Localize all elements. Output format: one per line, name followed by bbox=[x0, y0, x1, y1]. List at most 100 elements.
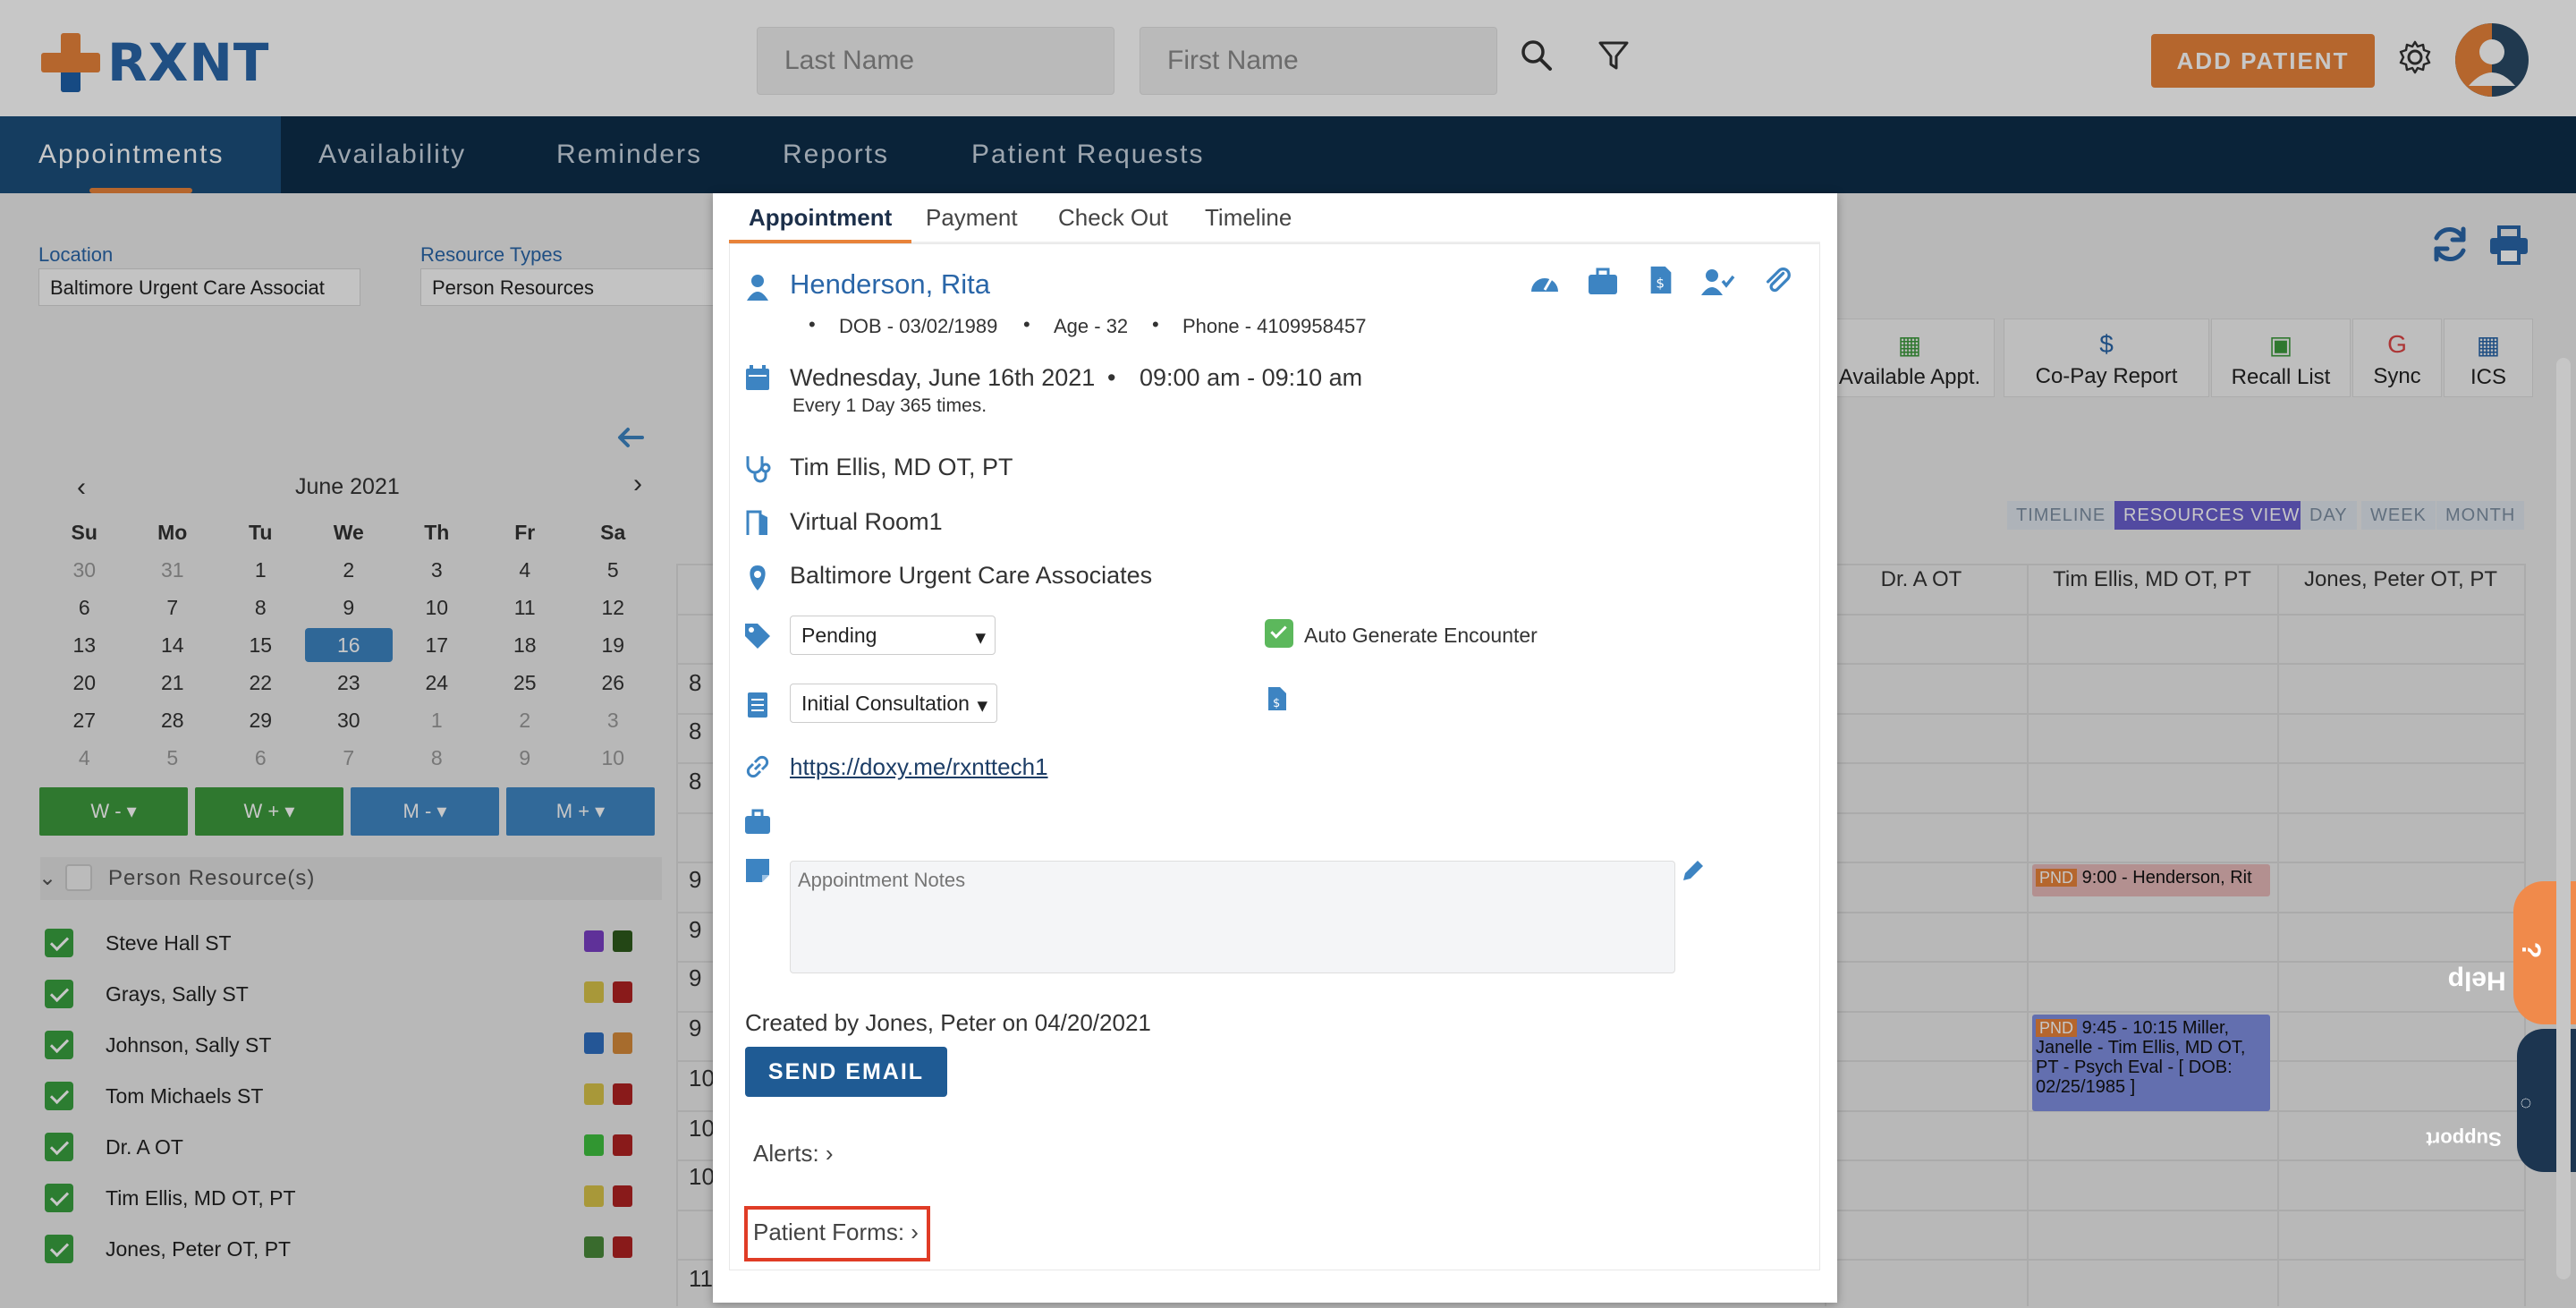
status-select[interactable]: Pending ▾ bbox=[790, 616, 996, 655]
appointment-event[interactable]: PND 9:45 - 10:15 Miller, Janelle - Tim E… bbox=[2032, 1015, 2270, 1111]
calendar-day[interactable]: 7 bbox=[129, 596, 217, 620]
calendar-day[interactable]: 30 bbox=[305, 709, 394, 733]
resource-checkbox[interactable] bbox=[45, 1184, 73, 1212]
resource-item[interactable]: Johnson, Sally ST bbox=[45, 1029, 640, 1061]
resource-color-swatch[interactable] bbox=[613, 1134, 632, 1156]
appointment-notes-input[interactable] bbox=[790, 861, 1675, 973]
calendar-day[interactable]: 4 bbox=[481, 558, 570, 582]
calendar-day[interactable]: 18 bbox=[481, 633, 570, 658]
appointment-event[interactable]: PND 9:00 - Henderson, Rit bbox=[2032, 864, 2270, 896]
view-month-button[interactable]: MONTH bbox=[2436, 501, 2525, 530]
calendar-day[interactable]: 10 bbox=[569, 746, 657, 770]
sync-button[interactable]: G Sync bbox=[2352, 319, 2442, 397]
calendar-day[interactable]: 6 bbox=[216, 746, 305, 770]
month-plus-button[interactable]: M + ▾ bbox=[506, 787, 655, 836]
print-icon[interactable] bbox=[2488, 225, 2529, 265]
billing-document-icon[interactable]: $ bbox=[1267, 684, 1288, 714]
nav-appointments[interactable]: Appointments bbox=[0, 116, 281, 193]
resource-color-swatch[interactable] bbox=[584, 1185, 604, 1207]
calendar-day[interactable]: 13 bbox=[40, 633, 129, 658]
filter-icon[interactable] bbox=[1596, 38, 1631, 73]
select-all-checkbox[interactable] bbox=[65, 864, 92, 891]
ics-button[interactable]: ▦ ICS bbox=[2444, 319, 2533, 397]
calendar-day[interactable]: 2 bbox=[481, 709, 570, 733]
briefcase-icon[interactable] bbox=[1587, 267, 1619, 297]
calendar-day[interactable]: 11 bbox=[481, 596, 570, 620]
user-avatar[interactable] bbox=[2455, 23, 2529, 97]
appointment-type-select[interactable]: Initial Consultation ▾ bbox=[790, 684, 997, 723]
tab-payment[interactable]: Payment bbox=[926, 204, 1018, 243]
available-appt-button[interactable]: ▦ Available Appt. bbox=[1825, 319, 1995, 397]
nav-patient-requests[interactable]: Patient Requests bbox=[971, 116, 1204, 193]
calendar-day[interactable]: 14 bbox=[129, 633, 217, 658]
resource-color-swatch[interactable] bbox=[584, 981, 604, 1003]
first-name-input[interactable] bbox=[1140, 27, 1497, 95]
resource-checkbox[interactable] bbox=[45, 1082, 73, 1110]
auto-generate-checkbox[interactable] bbox=[1265, 619, 1293, 648]
location-select[interactable]: Baltimore Urgent Care Associat bbox=[38, 268, 360, 306]
calendar-day[interactable]: 2 bbox=[305, 558, 394, 582]
co-pay-report-button[interactable]: $ Co-Pay Report bbox=[2004, 319, 2209, 397]
calendar-day[interactable]: 23 bbox=[305, 671, 394, 695]
calendar-day[interactable]: 7 bbox=[305, 746, 394, 770]
resource-item[interactable]: Dr. A OT bbox=[45, 1131, 640, 1163]
calendar-day[interactable]: 28 bbox=[129, 709, 217, 733]
resource-checkbox[interactable] bbox=[45, 1235, 73, 1263]
calendar-day[interactable]: 9 bbox=[305, 596, 394, 620]
nav-reports[interactable]: Reports bbox=[783, 116, 889, 193]
recall-list-button[interactable]: ▣ Recall List bbox=[2211, 319, 2351, 397]
calendar-day[interactable]: 27 bbox=[40, 709, 129, 733]
pencil-edit-icon[interactable] bbox=[1680, 855, 1707, 886]
alerts-expander[interactable]: Alerts: › bbox=[753, 1140, 834, 1168]
resource-color-swatch[interactable] bbox=[613, 1083, 632, 1105]
resource-item[interactable]: Tim Ellis, MD OT, PT bbox=[45, 1182, 640, 1214]
tab-check-out[interactable]: Check Out bbox=[1058, 204, 1168, 243]
meeting-link[interactable]: https://doxy.me/rxnttech1 bbox=[790, 753, 1048, 781]
tab-timeline[interactable]: Timeline bbox=[1205, 204, 1292, 243]
calendar-day[interactable]: 8 bbox=[393, 746, 481, 770]
user-check-icon[interactable] bbox=[1699, 267, 1735, 297]
resource-checkbox[interactable] bbox=[45, 1031, 73, 1059]
resource-color-swatch[interactable] bbox=[584, 1032, 604, 1054]
calendar-day[interactable]: 10 bbox=[393, 596, 481, 620]
resource-checkbox[interactable] bbox=[45, 980, 73, 1008]
resource-color-swatch[interactable] bbox=[584, 1134, 604, 1156]
resource-color-swatch[interactable] bbox=[613, 981, 632, 1003]
resource-color-swatch[interactable] bbox=[613, 1185, 632, 1207]
refresh-icon[interactable] bbox=[2429, 224, 2470, 265]
calendar-day[interactable]: 29 bbox=[216, 709, 305, 733]
calendar-day[interactable]: 17 bbox=[393, 633, 481, 658]
calendar-day[interactable]: 12 bbox=[569, 596, 657, 620]
calendar-day[interactable]: 30 bbox=[40, 558, 129, 582]
resource-color-swatch[interactable] bbox=[584, 930, 604, 952]
search-icon[interactable] bbox=[1519, 38, 1555, 73]
next-month-icon[interactable]: › bbox=[633, 469, 642, 499]
resource-checkbox[interactable] bbox=[45, 929, 73, 957]
calendar-day[interactable]: 5 bbox=[569, 558, 657, 582]
view-timeline-button[interactable]: TIMELINE bbox=[2007, 501, 2115, 530]
resource-color-swatch[interactable] bbox=[613, 1032, 632, 1054]
patient-name-link[interactable]: Henderson, Rita bbox=[790, 268, 990, 301]
nav-availability[interactable]: Availability bbox=[318, 116, 466, 193]
rxnt-logo[interactable]: RXNT bbox=[41, 32, 269, 93]
nav-reminders[interactable]: Reminders bbox=[556, 116, 702, 193]
paperclip-attachment-icon[interactable] bbox=[1762, 265, 1792, 295]
view-week-button[interactable]: WEEK bbox=[2361, 501, 2436, 530]
calendar-day[interactable]: 3 bbox=[569, 709, 657, 733]
billing-document-icon[interactable]: $ bbox=[1648, 265, 1674, 295]
prev-month-icon[interactable]: ‹ bbox=[77, 472, 86, 503]
calendar-day[interactable]: 8 bbox=[216, 596, 305, 620]
dashboard-gauge-icon[interactable] bbox=[1528, 267, 1562, 297]
collapse-left-arrow-icon[interactable] bbox=[615, 422, 646, 453]
chevron-down-icon[interactable]: ⌄ bbox=[38, 857, 57, 900]
calendar-day[interactable]: 1 bbox=[393, 709, 481, 733]
add-patient-button[interactable]: ADD PATIENT bbox=[2151, 34, 2375, 88]
calendar-day[interactable]: 1 bbox=[216, 558, 305, 582]
resource-color-swatch[interactable] bbox=[584, 1236, 604, 1258]
calendar-day-selected[interactable]: 16 bbox=[304, 628, 393, 662]
calendar-day[interactable]: 3 bbox=[393, 558, 481, 582]
week-plus-button[interactable]: W + ▾ bbox=[195, 787, 343, 836]
calendar-day[interactable]: 26 bbox=[569, 671, 657, 695]
send-email-button[interactable]: SEND EMAIL bbox=[745, 1047, 947, 1097]
last-name-input[interactable] bbox=[757, 27, 1114, 95]
